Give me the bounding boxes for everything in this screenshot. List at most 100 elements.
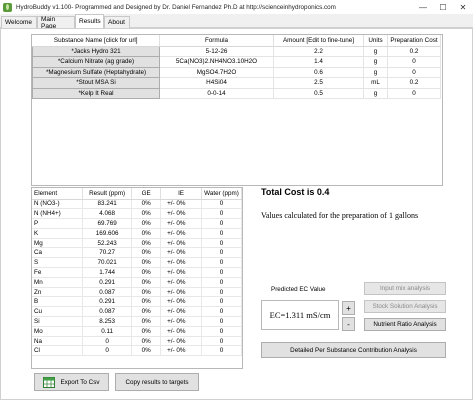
ec-decrease-button[interactable]: - [342, 317, 355, 331]
element-row: N (NH4+) 4.068 0% +/- 0% 0 [32, 208, 242, 220]
substance-name-button[interactable]: *Stout MSA Si [32, 77, 160, 89]
element-water-ppm: 0 [201, 208, 242, 220]
export-csv-button[interactable]: Export To Csv [34, 373, 109, 391]
substances-grid[interactable]: Substance Name [click for url] Formula A… [31, 34, 443, 186]
col-ie[interactable]: IE [160, 188, 202, 200]
element-ie: +/- 0% [160, 257, 202, 269]
element-result-ppm: 0.291 [82, 277, 133, 288]
element-result-ppm: 0.087 [82, 287, 133, 298]
tab-about[interactable]: About [104, 16, 130, 28]
element-ge: 0% [131, 296, 162, 308]
element-name: Na [32, 336, 83, 347]
substance-formula: 5Ca(NO3)2.NH4NO3.10H2O [159, 56, 274, 68]
substance-amount-cell[interactable]: 2.2 [273, 46, 364, 57]
element-result-ppm: 0 [82, 345, 133, 357]
tab-results[interactable]: Results [75, 14, 104, 28]
ec-value-display: EC=1.311 mS/cm [261, 300, 339, 330]
substance-amount-cell[interactable]: 0.6 [273, 67, 364, 78]
elements-grid[interactable]: Element Result (ppm) GE IE Water (ppm) N… [31, 187, 243, 369]
element-ie: +/- 0% [160, 208, 202, 220]
ec-increase-button[interactable]: + [342, 301, 355, 315]
element-result-ppm: 0.11 [82, 326, 133, 337]
element-ge: 0% [131, 257, 162, 269]
substance-formula: 5-12-26 [159, 46, 274, 57]
stock-solution-analysis-button[interactable]: Stock Solution Analysis [364, 300, 446, 313]
substance-row: *Calcium Nitrate (ag grade) 5Ca(NO3)2.NH… [32, 56, 441, 68]
title-bar: HydroBuddy v1.100- Programmed and Design… [0, 0, 473, 14]
total-cost-label: Total Cost is 0.4 [261, 187, 330, 197]
substance-name-button[interactable]: *Jacks Hydro 321 [32, 45, 160, 57]
col-formula[interactable]: Formula [159, 35, 274, 47]
element-row: P 69.769 0% +/- 0% 0 [32, 218, 242, 229]
element-ge: 0% [131, 208, 162, 220]
nutrient-ratio-analysis-button[interactable]: Nutrient Ratio Analysis [364, 318, 446, 331]
element-name: Zn [32, 287, 83, 298]
element-name: Ca [32, 247, 83, 259]
substance-name-button[interactable]: *Calcium Nitrate (ag grade) [32, 56, 160, 68]
col-substance-name[interactable]: Substance Name [click for url] [32, 35, 160, 47]
substance-name-button[interactable]: *Kelp It Real [32, 87, 160, 99]
app-logo-icon [3, 2, 12, 12]
element-ie: +/- 0% [160, 296, 202, 308]
element-water-ppm: 0 [201, 316, 242, 327]
substances-table: Substance Name [click for url] Formula A… [32, 35, 441, 99]
element-ie: +/- 0% [160, 326, 202, 337]
calculation-note: Values calculated for the preparation of… [261, 211, 419, 220]
element-ge: 0% [131, 326, 162, 337]
element-water-ppm: 0 [201, 247, 242, 259]
minimize-button[interactable]: — [413, 0, 433, 14]
element-water-ppm: 0 [201, 287, 242, 298]
element-water-ppm: 0 [201, 277, 242, 288]
element-ge: 0% [131, 345, 162, 357]
element-name: Mo [32, 326, 83, 337]
element-ie: +/- 0% [160, 267, 202, 278]
substance-row: *Stout MSA Si H4Si04 2.5 mL 0.2 [32, 77, 441, 89]
substance-name-button[interactable]: *Magnesium Sulfate (Heptahydrate) [32, 66, 160, 78]
element-name: P [32, 218, 83, 229]
col-ge[interactable]: GE [131, 188, 162, 200]
maximize-button[interactable]: ☐ [433, 0, 453, 14]
element-name: Mg [32, 238, 83, 249]
element-ie: +/- 0% [160, 316, 202, 327]
element-ie: +/- 0% [160, 238, 202, 249]
element-result-ppm: 8.253 [82, 316, 133, 327]
element-ge: 0% [131, 199, 162, 210]
col-units[interactable]: Units [363, 35, 388, 47]
col-water-ppm[interactable]: Water (ppm) [201, 188, 242, 200]
close-button[interactable]: ✕ [453, 0, 473, 14]
element-result-ppm: 83.241 [82, 199, 133, 210]
col-amount[interactable]: Amount [Edit to fine-tune] [273, 35, 364, 47]
element-row: Cl 0 0% +/- 0% 0 [32, 345, 242, 357]
element-name: B [32, 296, 83, 308]
element-ie: +/- 0% [160, 345, 202, 357]
substance-row: *Magnesium Sulfate (Heptahydrate) MgSO4.… [32, 66, 441, 78]
col-preparation-cost[interactable]: Preparation Cost [387, 35, 441, 47]
col-result-ppm[interactable]: Result (ppm) [82, 188, 133, 200]
element-water-ppm: 0 [201, 336, 242, 347]
tab-welcome[interactable]: Welcome [1, 16, 37, 28]
substance-amount-cell[interactable]: 0.5 [273, 88, 364, 99]
element-ie: +/- 0% [160, 199, 202, 210]
substance-amount-cell[interactable]: 1.4 [273, 56, 364, 68]
element-result-ppm: 69.769 [82, 218, 133, 229]
copy-results-to-targets-button[interactable]: Copy results to targets [115, 373, 199, 391]
tab-main-page[interactable]: Main Page [37, 16, 75, 30]
element-row: N (NO3-) 83.241 0% +/- 0% 0 [32, 199, 242, 210]
detailed-contribution-analysis-button[interactable]: Detailed Per Substance Contribution Anal… [261, 342, 446, 358]
element-ge: 0% [131, 267, 162, 278]
element-water-ppm: 0 [201, 267, 242, 278]
col-element[interactable]: Element [32, 188, 83, 200]
element-name: Si [32, 316, 83, 327]
element-water-ppm: 0 [201, 257, 242, 269]
element-result-ppm: 169.606 [82, 228, 133, 239]
window-title: HydroBuddy v1.100- Programmed and Design… [16, 3, 336, 11]
substance-units: g [363, 46, 388, 57]
element-row: Zn 0.087 0% +/- 0% 0 [32, 287, 242, 298]
element-row: Ca 70.27 0% +/- 0% 0 [32, 247, 242, 259]
element-ie: +/- 0% [160, 306, 202, 318]
substance-amount-cell[interactable]: 2.5 [273, 77, 364, 89]
element-result-ppm: 4.068 [82, 208, 133, 220]
element-ie: +/- 0% [160, 247, 202, 259]
element-water-ppm: 0 [201, 345, 242, 357]
input-mix-analysis-button[interactable]: Input mix analysis [364, 282, 446, 295]
